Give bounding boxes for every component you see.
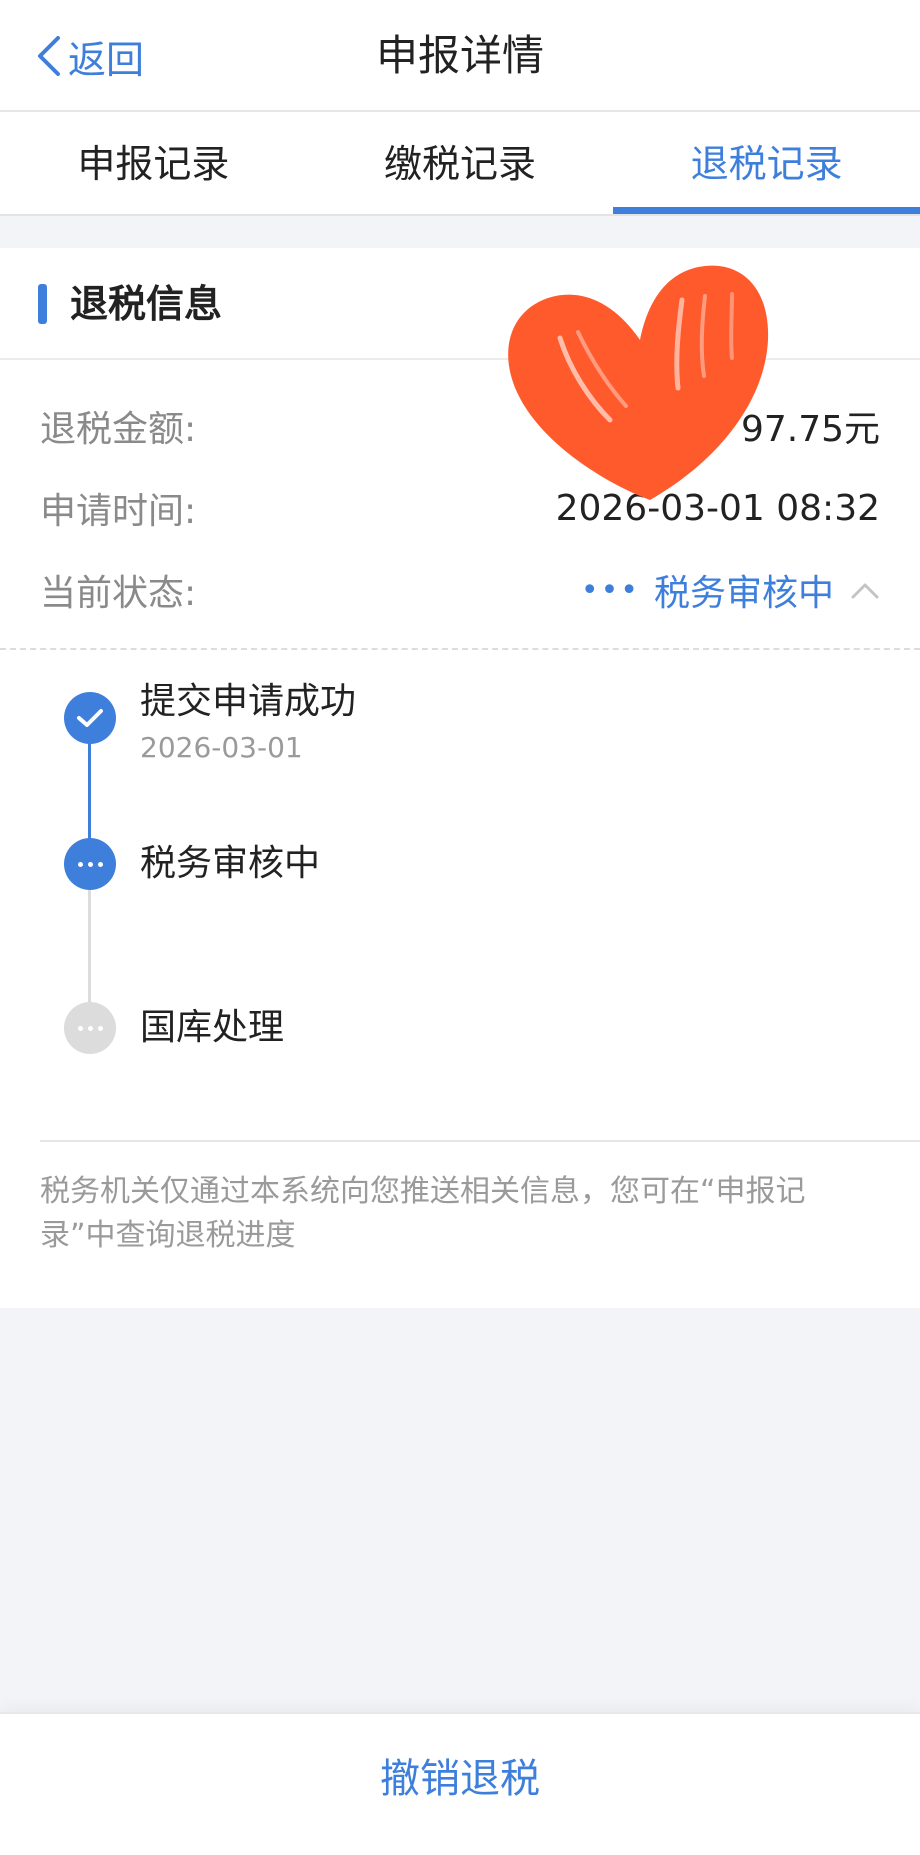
timeline-step-title: 国库处理 <box>140 1007 285 1048</box>
more-dots-icon: ••• <box>580 572 640 608</box>
timeline-step-date: 2026-03-01 <box>140 731 303 764</box>
section-title: 退税信息 <box>70 282 223 326</box>
notice-text: 税务机关仅通过本系统向您推送相关信息，您可在“申报记录”中查询退税进度 <box>40 1174 806 1253</box>
page-title: 申报详情 <box>375 31 544 80</box>
record-tabs: 申报记录 缴税记录 退税记录 <box>0 112 920 216</box>
section-header: 退税信息 <box>0 248 920 360</box>
status-toggle[interactable]: ••• 税务审核中 <box>581 564 880 616</box>
status-value: 税务审核中 <box>653 573 834 614</box>
tab-refund-records[interactable]: 退税记录 <box>613 112 920 214</box>
bottom-action-bar: 撤销退税 <box>0 1712 920 1855</box>
timeline-step-title: 提交申请成功 <box>140 681 357 722</box>
cancel-refund-button[interactable]: 撤销退税 <box>0 1714 920 1844</box>
more-dots-icon <box>64 838 116 890</box>
tab-declaration-records[interactable]: 申报记录 <box>0 112 307 214</box>
more-dots-icon <box>64 1002 116 1054</box>
current-status-label: 当前状态: <box>40 573 197 614</box>
notice-divider <box>40 1140 920 1142</box>
check-icon <box>64 692 116 744</box>
heart-sticker <box>508 265 769 500</box>
tab-payment-records[interactable]: 缴税记录 <box>307 112 614 214</box>
current-status-row[interactable]: 当前状态: ••• 税务审核中 <box>40 560 880 620</box>
chevron-up-icon <box>851 583 879 599</box>
timeline-connector-pending <box>88 878 91 1003</box>
section-accent-bar <box>38 284 47 324</box>
refund-info-card: 退税信息 退税金额: 97.75元 申请时间: 2026-03-01 08:32… <box>0 248 920 1308</box>
nav-bar: 返回 申报详情 <box>0 0 920 112</box>
timeline-step-title: 税务审核中 <box>140 843 321 884</box>
dashed-divider <box>0 648 920 650</box>
apply-time-label: 申请时间: <box>40 491 197 532</box>
refund-amount-label: 退税金额: <box>40 409 197 450</box>
